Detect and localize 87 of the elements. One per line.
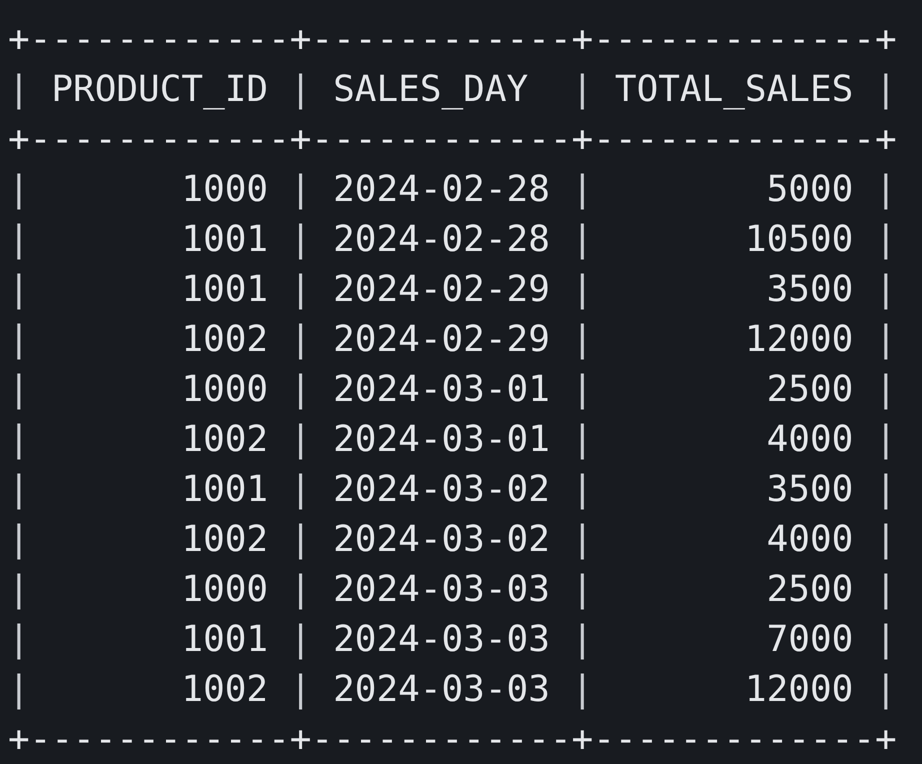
column-separator: |: [8, 168, 30, 212]
table-cell-text: 2024-03-03: [333, 668, 550, 712]
column-separator: |: [874, 418, 897, 462]
column-separator: |: [572, 168, 594, 212]
column-header: SALES_DAY: [333, 68, 528, 112]
column-separator: |: [290, 668, 312, 712]
column-separator: |: [572, 518, 594, 562]
column-header: PRODUCT_ID: [51, 68, 268, 112]
table-cell-text: 1001: [181, 268, 268, 312]
column-header: TOTAL_SALES: [614, 68, 854, 112]
column-separator: |: [290, 418, 312, 462]
table-cell-text: 1002: [181, 318, 268, 362]
column-separator: |: [8, 268, 30, 312]
table-cell-text: 12000: [744, 318, 854, 362]
column-separator: |: [8, 568, 30, 612]
column-separator: |: [572, 618, 594, 662]
column-separator: |: [572, 268, 594, 312]
column-separator: |: [290, 618, 312, 662]
column-separator: |: [8, 68, 30, 112]
table-border-line: +------------+------------+-------------+: [8, 118, 897, 162]
table-cell-text: 12000: [744, 668, 854, 712]
table-cell-text: 2024-02-29: [333, 268, 550, 312]
table-cell-text: 1002: [181, 668, 268, 712]
column-separator: |: [8, 218, 30, 262]
column-separator: |: [8, 468, 30, 512]
column-separator: |: [874, 268, 897, 312]
table-border-line: +------------+------------+-------------+: [8, 718, 897, 762]
column-separator: |: [572, 368, 594, 412]
column-separator: |: [290, 218, 312, 262]
column-separator: |: [290, 518, 312, 562]
column-separator: |: [874, 468, 897, 512]
column-separator: |: [572, 318, 594, 362]
column-separator: |: [874, 168, 897, 212]
table-cell-text: 2500: [766, 368, 854, 412]
column-separator: |: [874, 668, 897, 712]
table-cell-text: 2024-03-01: [333, 368, 550, 412]
column-separator: |: [290, 368, 312, 412]
column-separator: |: [874, 218, 897, 262]
column-separator: |: [572, 218, 594, 262]
column-separator: |: [874, 318, 897, 362]
column-separator: |: [290, 468, 312, 512]
table-cell-text: 1000: [181, 168, 268, 212]
table-cell-text: 3500: [766, 268, 854, 312]
column-separator: |: [8, 418, 30, 462]
table-cell-text: 2024-03-01: [333, 418, 550, 462]
column-separator: |: [8, 668, 30, 712]
column-separator: |: [572, 668, 594, 712]
table-cell-text: 2024-02-28: [333, 218, 550, 262]
column-separator: |: [572, 568, 594, 612]
column-separator: |: [290, 268, 312, 312]
table-cell-text: 2024-03-03: [333, 618, 550, 662]
table-cell-text: 2024-02-28: [333, 168, 550, 212]
column-separator: |: [874, 568, 897, 612]
column-separator: |: [874, 68, 897, 112]
table-cell-text: 2024-02-29: [333, 318, 550, 362]
column-separator: |: [8, 618, 30, 662]
column-separator: |: [290, 568, 312, 612]
column-separator: |: [290, 318, 312, 362]
table-cell-text: 1002: [181, 418, 268, 462]
table-cell-text: 7000: [766, 618, 854, 662]
column-separator: |: [8, 518, 30, 562]
table-cell-text: 1000: [181, 368, 268, 412]
table-cell-text: 5000: [766, 168, 854, 212]
table-cell-text: 1001: [181, 618, 268, 662]
table-cell-text: 2024-03-02: [333, 518, 550, 562]
column-separator: |: [8, 368, 30, 412]
table-cell-text: 1001: [181, 218, 268, 262]
column-separator: |: [874, 368, 897, 412]
table-cell-text: 2024-03-02: [333, 468, 550, 512]
table-cell-text: 1000: [181, 568, 268, 612]
column-separator: |: [874, 618, 897, 662]
column-separator: |: [572, 418, 594, 462]
column-separator: |: [874, 518, 897, 562]
table-cell-text: 10500: [744, 218, 854, 262]
table-cell-text: 2500: [766, 568, 854, 612]
column-separator: |: [290, 168, 312, 212]
table-border-line: +------------+------------+-------------+: [8, 18, 897, 62]
table-cell-text: 4000: [766, 418, 854, 462]
column-separator: |: [572, 468, 594, 512]
column-separator: |: [290, 68, 312, 112]
column-separator: |: [572, 68, 594, 112]
table-cell-text: 1001: [181, 468, 268, 512]
table-cell-text: 2024-03-03: [333, 568, 550, 612]
table-cell-text: 3500: [766, 468, 854, 512]
column-separator: |: [8, 318, 30, 362]
table-cell-text: 1002: [181, 518, 268, 562]
table-cell-text: 4000: [766, 518, 854, 562]
